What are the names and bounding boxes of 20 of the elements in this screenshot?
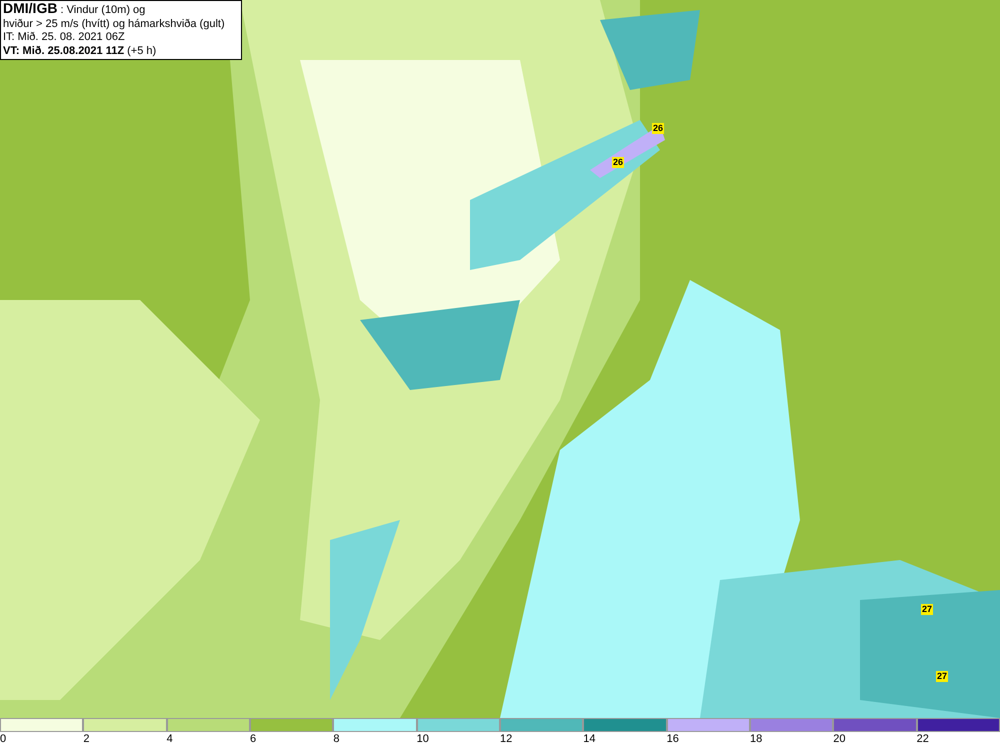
map-description: hviður > 25 m/s (hvítt) og hámarkshviða (gult) [3,18,226,31]
map-title: DMI/IGB : Vindur (10m) og [3,2,146,18]
legend-label: 10 [416,732,430,746]
gust-label: 27 [921,604,934,615]
legend-label: 0 [0,732,8,746]
legend-label: 8 [333,732,340,746]
legend-label: 16 [666,732,680,746]
legend-label: 12 [500,732,514,746]
legend-label: 14 [583,732,597,746]
legend-label: 22 [916,732,930,746]
legend-label: 20 [833,732,847,746]
valid-time: VT: Mið. 25.08.2021 11Z (+5 h) [3,44,158,58]
gust-label: 26 [652,123,664,134]
legend-label: 6 [250,732,258,746]
legend-label: 18 [750,732,764,746]
gust-label: 27 [936,671,948,682]
legend-label: 2 [83,732,90,746]
legend-label: 4 [166,732,174,746]
gust-label: 26 [612,157,624,168]
initial-time: IT: Mið. 25. 08. 2021 06Z [3,31,126,44]
